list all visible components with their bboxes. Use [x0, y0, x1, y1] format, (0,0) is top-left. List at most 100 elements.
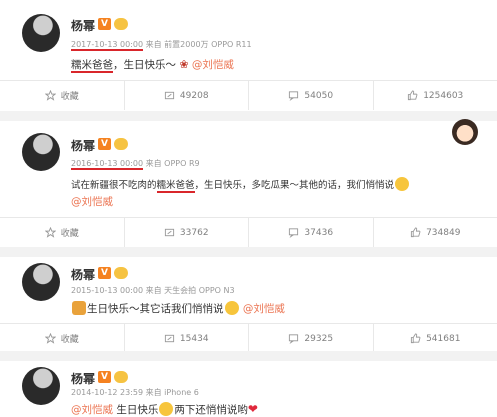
yellow-badge-icon [114, 138, 128, 150]
weibo-post: 杨幂 V 2017-10-13 00:00 来自 前置2000万 OPPO R1… [0, 0, 497, 116]
like-button[interactable]: 1254603 [374, 81, 497, 110]
repost-button[interactable]: 15434 [125, 324, 249, 353]
favorite-button[interactable]: 收藏 [0, 81, 125, 110]
post-source: 来自 天生会拍 OPPO N3 [145, 286, 235, 295]
repost-icon [164, 228, 175, 237]
repost-button[interactable]: 49208 [125, 81, 249, 110]
comment-button[interactable]: 54050 [249, 81, 374, 110]
mention-link[interactable]: @刘恺威 [71, 404, 113, 416]
like-count: 1254603 [423, 90, 464, 101]
cartoon-face-sticker [452, 119, 478, 145]
post-separator [0, 351, 497, 361]
repost-icon [164, 91, 175, 100]
repost-count: 15434 [179, 333, 209, 344]
comment-count: 54050 [304, 90, 334, 101]
repost-button[interactable]: 33762 [125, 218, 249, 247]
user-badges: V [98, 138, 128, 150]
highlight-text: 糯米爸爸 [156, 180, 195, 193]
post-meta: 2017-10-13 00:00 来自 前置2000万 OPPO R11 [71, 39, 252, 51]
user-badges: V [98, 371, 128, 383]
mention-link[interactable]: @刘恺威 [243, 303, 285, 315]
post-time[interactable]: 2017-10-13 00:00 [71, 40, 144, 51]
favorite-label: 收藏 [60, 92, 79, 102]
user-badges: V [98, 18, 128, 30]
username[interactable]: 杨幂 [71, 137, 95, 154]
mention-link[interactable]: @刘恺威 [71, 196, 113, 208]
vip-badge-icon: V [98, 138, 111, 150]
thumbs-up-icon [410, 227, 421, 238]
post-meta: 2014-10-12 23:59 来自 iPhone 6 [71, 387, 199, 398]
avatar[interactable] [22, 367, 60, 405]
repost-icon [164, 334, 175, 343]
post-meta: 2015-10-13 00:00 来自 天生会拍 OPPO N3 [71, 285, 235, 296]
username[interactable]: 杨幂 [71, 266, 95, 283]
post-content-line2: @刘恺威 [71, 194, 113, 209]
post-content: 生日快乐～其它话我们悄悄说 @刘恺威 [71, 301, 285, 316]
smile-emoji-icon [395, 177, 410, 191]
username[interactable]: 杨幂 [71, 370, 95, 387]
thumbs-up-icon [410, 333, 421, 344]
heart-icon: ❤ [247, 402, 258, 416]
comment-button[interactable]: 37436 [249, 218, 374, 247]
post-text-tail: 两下还悄悄说哟 [174, 404, 248, 416]
vip-badge-icon: V [98, 18, 111, 30]
post-time[interactable]: 2015-10-13 00:00 [71, 286, 143, 295]
yellow-badge-icon [114, 371, 128, 383]
yellow-badge-icon [114, 267, 128, 279]
post-source: 来自 OPPO R9 [145, 159, 200, 168]
mention-link[interactable]: @刘恺威 [192, 59, 234, 71]
post-separator [0, 111, 497, 121]
comment-icon [289, 91, 299, 101]
comment-count: 37436 [304, 227, 334, 238]
favorite-label: 收藏 [60, 229, 79, 239]
comment-icon [289, 228, 299, 238]
star-icon [44, 333, 56, 344]
smile-emoji-icon [159, 402, 174, 416]
post-content: @刘恺威 生日快乐 两下还悄悄说哟❤ [71, 402, 258, 417]
like-button[interactable]: 541681 [374, 324, 497, 353]
action-bar: 收藏 15434 29325 541681 [0, 323, 497, 353]
favorite-label: 收藏 [60, 335, 79, 345]
like-button[interactable]: 734849 [374, 218, 497, 247]
favorite-button[interactable]: 收藏 [0, 218, 125, 247]
weibo-post: 杨幂 V 2016-10-13 00:00 来自 OPPO R9 试在新疆很不吃… [0, 119, 497, 258]
like-count: 541681 [426, 333, 461, 344]
post-source: 来自 前置2000万 OPPO R11 [145, 40, 252, 49]
weibo-post: 杨幂 V 2015-10-13 00:00 来自 天生会拍 OPPO N3 生日… [0, 257, 497, 357]
username[interactable]: 杨幂 [71, 17, 95, 34]
comment-icon [289, 334, 299, 344]
like-count: 734849 [426, 227, 461, 238]
post-text: ，生日快乐～ [113, 59, 176, 71]
post-content: 糯米爸爸，生日快乐～ ❀ @刘恺威 [71, 57, 234, 73]
favorite-button[interactable]: 收藏 [0, 324, 125, 353]
weibo-post: 杨幂 V 2014-10-12 23:59 来自 iPhone 6 @刘恺威 生… [0, 361, 497, 417]
post-text: 生日快乐～其它话我们悄悄说 [87, 303, 224, 315]
post-source: 来自 iPhone 6 [145, 388, 199, 397]
thumbs-up-icon [408, 90, 418, 101]
avatar[interactable] [22, 133, 60, 171]
post-separator [0, 247, 497, 257]
avatar[interactable] [22, 263, 60, 301]
comment-button[interactable]: 29325 [249, 324, 374, 353]
star-icon [44, 90, 56, 101]
smile-emoji-icon [224, 301, 239, 315]
comment-count: 29325 [304, 333, 334, 344]
repost-count: 33762 [179, 227, 209, 238]
rose-icon: ❀ [179, 58, 189, 71]
yellow-badge-icon [114, 18, 128, 30]
post-time[interactable]: 2016-10-13 00:00 [71, 159, 144, 170]
avatar[interactable] [22, 14, 60, 52]
vip-badge-icon: V [98, 371, 111, 383]
post-text: 生日快乐 [116, 404, 159, 416]
post-text: ，生日快乐，多吃瓜果～其他的话，我们悄悄说 [194, 180, 395, 191]
star-icon [44, 227, 56, 238]
user-badges: V [98, 267, 128, 279]
action-bar: 收藏 33762 37436 734849 [0, 217, 497, 247]
post-text: 试在新疆很不吃肉的 [71, 180, 157, 191]
cake-emoji-icon [72, 301, 86, 315]
repost-count: 49208 [179, 90, 209, 101]
action-bar: 收藏 49208 54050 1254603 [0, 80, 497, 110]
post-content: 试在新疆很不吃肉的糯米爸爸，生日快乐，多吃瓜果～其他的话，我们悄悄说 [71, 177, 410, 193]
post-time[interactable]: 2014-10-12 23:59 [71, 388, 143, 397]
highlight-text: 糯米爸爸 [71, 59, 113, 73]
